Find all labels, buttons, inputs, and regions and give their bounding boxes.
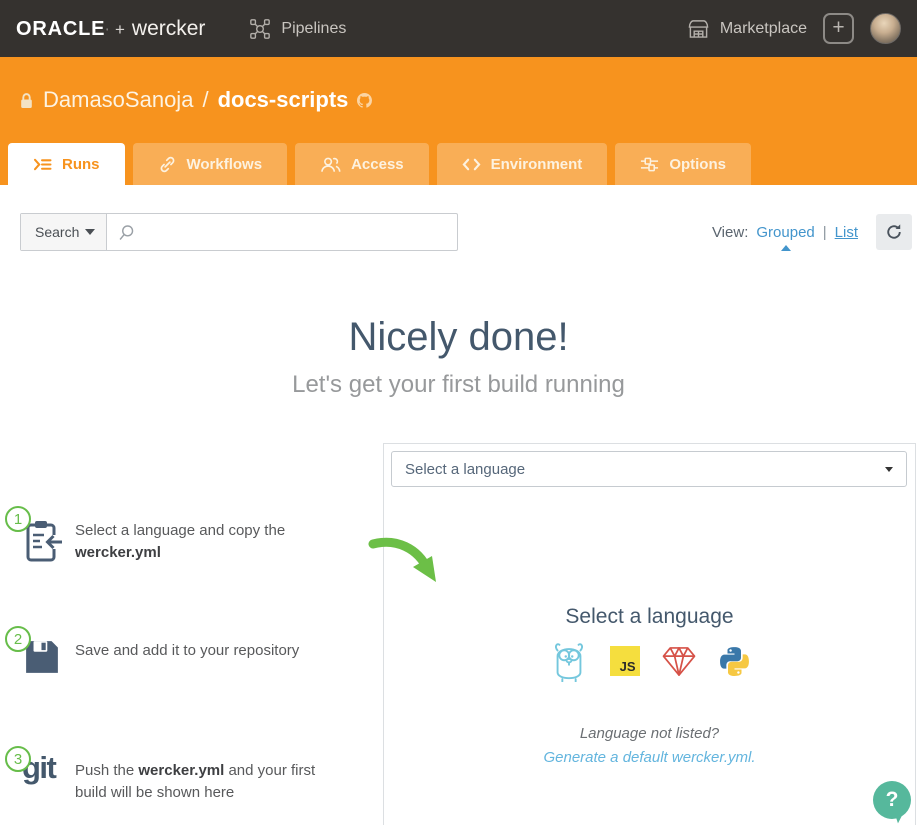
page-title: Nicely done! <box>0 315 917 360</box>
view-list-link[interactable]: List <box>835 224 858 241</box>
search-type-dropdown[interactable]: Search <box>21 214 107 250</box>
repo-header: DamasoSanoja / docs-scripts Runs Workflo… <box>0 57 917 185</box>
breadcrumb-separator: / <box>202 87 208 113</box>
step-3: 3 git Push the wercker.yml and your firs… <box>0 746 372 818</box>
language-select-value: Select a language <box>405 461 525 478</box>
step-3-number-badge: 3 <box>5 746 31 772</box>
search-dropdown-label: Search <box>35 224 79 240</box>
repo-tabs: Runs Workflows Access Environment Option… <box>8 143 751 185</box>
language-not-listed-text: Language not listed? <box>384 725 915 742</box>
step-3-text-before: Push the <box>75 762 138 779</box>
marketplace-label: Marketplace <box>720 20 807 38</box>
help-button[interactable]: ? <box>873 781 911 819</box>
step-2-iconbox: 2 <box>0 626 75 698</box>
view-label: View: <box>712 224 748 241</box>
language-panel: Select a language Select a language JS <box>383 443 916 825</box>
language-icons-row: JS <box>384 642 915 680</box>
nav-marketplace[interactable]: Marketplace <box>687 18 807 39</box>
step-1-iconbox: 1 <box>0 506 75 578</box>
runs-toolbar: Search View: Grouped | List <box>0 213 917 251</box>
refresh-button[interactable] <box>876 214 912 250</box>
grouped-label: Grouped <box>756 224 814 241</box>
logo-plus-sign: + <box>115 20 125 40</box>
repo-owner-link[interactable]: DamasoSanoja <box>43 87 193 113</box>
search-input-wrap <box>107 214 457 250</box>
tab-runs-label: Runs <box>62 156 100 173</box>
view-switcher: View: Grouped | List <box>712 224 858 241</box>
step-1: 1 Select a language and copy the wercker… <box>0 506 372 578</box>
search-input[interactable] <box>144 224 446 240</box>
oracle-logo-text: ORACLE <box>16 18 105 41</box>
code-brackets-icon <box>462 157 481 172</box>
lock-icon <box>20 92 33 109</box>
tab-runs[interactable]: Runs <box>8 143 125 185</box>
select-caret-icon <box>885 467 893 472</box>
pipelines-label: Pipelines <box>281 20 346 38</box>
ruby-gem-icon[interactable] <box>661 646 697 677</box>
step-3-text-bold: wercker.yml <box>138 762 224 779</box>
golang-gopher-icon[interactable] <box>549 640 589 682</box>
repo-name[interactable]: docs-scripts <box>218 87 349 113</box>
tab-options-label: Options <box>669 156 726 173</box>
hero: Nicely done! Let's get your first build … <box>0 315 917 399</box>
search-icon <box>118 224 135 241</box>
top-navbar: ORACLE ' + wercker Pipelines Marketplace… <box>0 0 917 57</box>
tab-workflows[interactable]: Workflows <box>133 143 288 185</box>
github-icon[interactable] <box>357 93 372 108</box>
refresh-icon <box>885 223 903 241</box>
pipelines-icon <box>249 18 271 40</box>
chevron-down-icon <box>85 229 95 235</box>
tab-environment[interactable]: Environment <box>437 143 608 185</box>
tab-access-label: Access <box>351 156 404 173</box>
step-2-text: Save and add it to your repository <box>75 626 325 698</box>
trademark-mark: ' <box>106 27 108 37</box>
javascript-icon[interactable]: JS <box>610 646 640 676</box>
clipboard-copy-icon <box>24 519 62 568</box>
tab-access[interactable]: Access <box>295 143 429 185</box>
active-view-caret-icon <box>781 245 791 251</box>
wercker-logo-text: wercker <box>132 17 206 41</box>
tab-workflows-label: Workflows <box>187 156 263 173</box>
select-language-heading: Select a language <box>384 605 915 629</box>
question-mark-icon: ? <box>886 788 899 812</box>
user-avatar[interactable] <box>870 13 901 44</box>
python-icon[interactable] <box>718 645 751 678</box>
step-1-text: Select a language and copy the wercker.y… <box>75 506 325 578</box>
tab-options[interactable]: Options <box>615 143 751 185</box>
step-3-iconbox: 3 git <box>0 746 75 818</box>
add-application-button[interactable]: + <box>823 13 854 44</box>
tab-environment-label: Environment <box>491 156 583 173</box>
page-subtitle: Let's get your first build running <box>0 371 917 399</box>
sliders-icon <box>640 156 659 173</box>
marketplace-icon <box>687 18 710 39</box>
runs-icon <box>33 157 52 172</box>
step-2-text-before: Save and add it to your repository <box>75 642 299 659</box>
nav-pipelines[interactable]: Pipelines <box>249 18 346 40</box>
view-separator: | <box>823 224 827 241</box>
oracle-wercker-logo[interactable]: ORACLE ' + wercker <box>16 17 205 41</box>
language-select-dropdown[interactable]: Select a language <box>391 451 907 487</box>
search-group: Search <box>20 213 458 251</box>
step-3-text: Push the wercker.yml and your first buil… <box>75 746 325 818</box>
generate-wercker-yml-link[interactable]: Generate a default wercker.yml. <box>384 749 915 766</box>
step-1-text-before: Select a language and copy the <box>75 522 285 539</box>
workflows-icon <box>158 155 177 174</box>
step-1-number-badge: 1 <box>5 506 31 532</box>
step-2-number-badge: 2 <box>5 626 31 652</box>
breadcrumb: DamasoSanoja / docs-scripts <box>0 57 917 113</box>
view-grouped-link[interactable]: Grouped <box>756 224 814 241</box>
step-1-text-bold: wercker.yml <box>75 544 161 561</box>
access-icon <box>320 156 341 173</box>
step-2: 2 Save and add it to your repository <box>0 626 372 698</box>
